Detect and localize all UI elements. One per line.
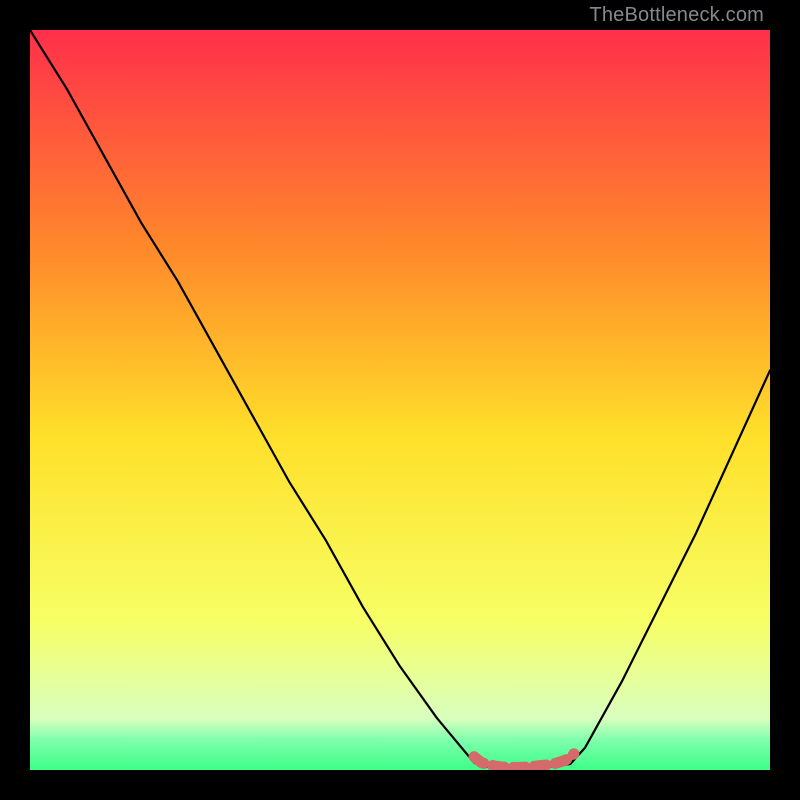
watermark-text: TheBottleneck.com: [589, 4, 764, 27]
plot-area: [30, 30, 770, 770]
optimal-range-marker: [474, 754, 574, 768]
chart-svg: [30, 30, 770, 770]
bottleneck-curve: [30, 30, 770, 768]
chart-frame: TheBottleneck.com: [0, 0, 800, 800]
